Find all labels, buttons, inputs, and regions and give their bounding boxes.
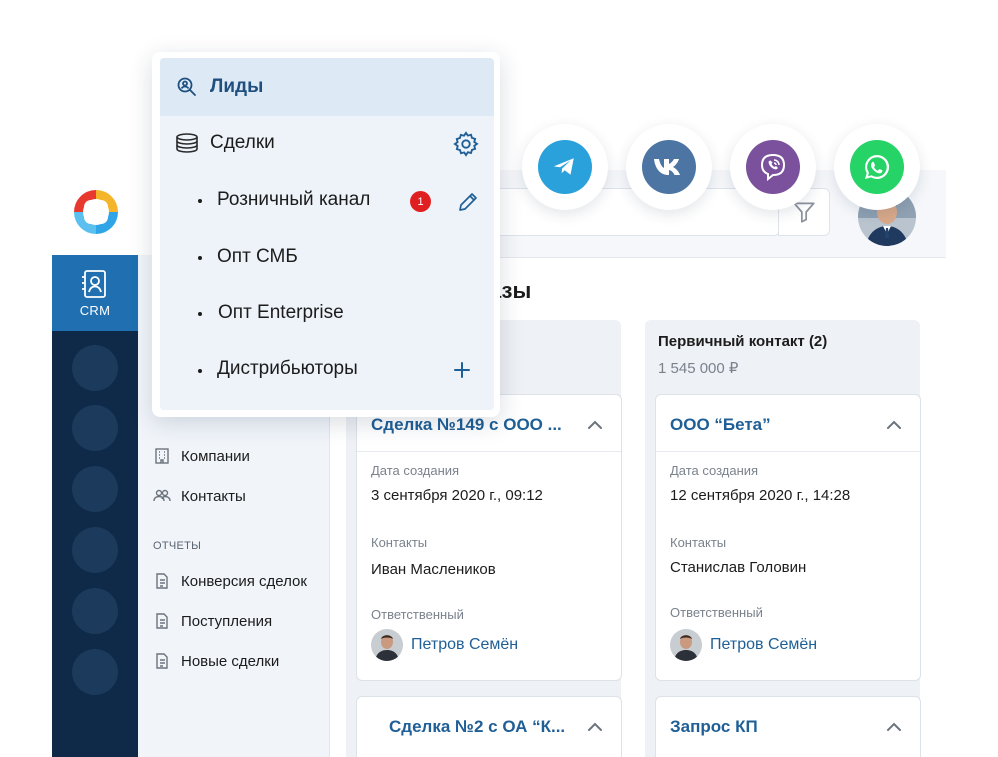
deal-title[interactable]: ООО “Бета” (670, 415, 771, 435)
plus-icon[interactable] (452, 360, 472, 380)
column-sum: 1 545 000 ₽ (658, 360, 739, 377)
sidebar-item-companies[interactable]: Компании (153, 445, 250, 467)
dropdown-item-label: Сделки (210, 132, 275, 153)
owner[interactable]: Петров Семён (371, 629, 518, 661)
owner-label: Ответственный (670, 605, 763, 620)
bullet (198, 199, 202, 203)
bullet (198, 256, 202, 260)
gear-icon[interactable] (452, 130, 480, 158)
chevron-up-icon[interactable] (587, 719, 603, 735)
owner[interactable]: Петров Семён (670, 629, 817, 661)
document-icon (156, 573, 168, 589)
rail-item[interactable] (72, 649, 118, 695)
sidebar-item-label: Компании (181, 447, 250, 465)
chevron-up-icon[interactable] (886, 417, 902, 433)
crm-screen: казы Первичный контакт (2) 1 545 000 ₽ С… (0, 0, 998, 757)
vk-icon (642, 140, 696, 194)
rail-item-label: CRM (79, 302, 111, 318)
chevron-up-icon[interactable] (587, 417, 603, 433)
divider (656, 451, 920, 452)
dropdown-item-distributors[interactable]: Дистрибьюторы (217, 358, 358, 380)
reports-section-title: ОТЧЕТЫ (153, 540, 202, 552)
date-label: Дата создания (670, 463, 759, 478)
deal-title[interactable]: Запрос КП (670, 717, 758, 737)
telegram-button[interactable] (522, 124, 608, 210)
dropdown-item-label: Лиды (210, 76, 264, 97)
contacts-label: Контакты (371, 535, 428, 550)
sidebar-item-contacts[interactable]: Контакты (153, 485, 246, 507)
people-icon (153, 489, 171, 502)
telegram-icon (538, 140, 592, 194)
date-value: 3 сентября 2020 г., 09:12 (371, 487, 543, 504)
sidebar-item-label: Поступления (181, 612, 273, 630)
dropdown-item-label: Опт СМБ (217, 246, 298, 267)
owner-avatar (670, 629, 702, 661)
bullet (198, 369, 202, 373)
dropdown-item-leads[interactable]: Лиды (176, 76, 263, 98)
column-title: Первичный контакт (2) (658, 333, 828, 350)
deal-title[interactable]: Сделка №2 с ОА “К... (389, 717, 565, 737)
sidebar-item-deal-conversion[interactable]: Конверсия сделок (153, 570, 307, 592)
bullet (198, 312, 202, 316)
dropdown-item-label: Розничный канал (217, 189, 371, 210)
rail-item[interactable] (72, 527, 118, 573)
sidebar-item-label: Новые сделки (181, 652, 280, 670)
rail-item[interactable] (72, 345, 118, 391)
deal-title[interactable]: Сделка №149 с ООО ... (371, 415, 562, 435)
sidebar-item-new-deals[interactable]: Новые сделки (153, 650, 279, 672)
deal-card[interactable]: ООО “Бета” Дата создания 12 сентября 202… (655, 394, 921, 681)
owner-label: Ответственный (371, 607, 464, 622)
search-input[interactable] (470, 188, 780, 236)
contact-name: Иван Маслеников (371, 561, 496, 578)
contacts-label: Контакты (670, 535, 727, 550)
whatsapp-button[interactable] (834, 124, 920, 210)
notification-badge: 1 (410, 191, 431, 212)
contact-name: Станислав Головин (670, 559, 807, 576)
viber-icon (746, 140, 800, 194)
dropdown-item-retail[interactable]: Розничный канал (217, 189, 370, 211)
rail-item[interactable] (72, 405, 118, 451)
sidebar-item-label: Контакты (181, 487, 246, 505)
owner-avatar (371, 629, 403, 661)
whatsapp-icon (850, 140, 904, 194)
date-value: 12 сентября 2020 г., 14:28 (670, 487, 851, 504)
deal-card[interactable]: Сделка №149 с ООО ... Дата создания 3 се… (356, 394, 622, 681)
coins-stack-icon (176, 133, 198, 153)
viber-button[interactable] (730, 124, 816, 210)
dropdown-item-label: Опт Enterprise (218, 302, 344, 323)
lead-search-icon (177, 77, 196, 96)
dropdown-item-deals[interactable]: Сделки (174, 132, 275, 154)
sidebar-item-receipts[interactable]: Поступления (153, 610, 272, 632)
deal-card[interactable]: Сделка №2 с ОА “К... (356, 696, 622, 757)
rail-item-crm[interactable]: CRM (52, 255, 138, 331)
rail-item[interactable] (72, 588, 118, 634)
app-logo-icon (74, 190, 118, 234)
pencil-icon[interactable] (456, 190, 480, 214)
vk-button[interactable] (626, 124, 712, 210)
pipeline-dropdown: Лиды Сделки Розничный канал Опт СМБ Опт … (152, 52, 500, 417)
document-icon (156, 613, 168, 629)
document-icon (156, 653, 168, 669)
dropdown-item-opt-enterprise[interactable]: Опт Enterprise (218, 302, 344, 324)
owner-name[interactable]: Петров Семён (411, 636, 518, 654)
dropdown-item-label: Дистрибьюторы (217, 358, 358, 379)
dropdown-item-opt-smb[interactable]: Опт СМБ (217, 246, 298, 268)
sidebar-item-label: Конверсия сделок (181, 572, 307, 590)
date-label: Дата создания (371, 463, 460, 478)
rail-item[interactable] (72, 466, 118, 512)
deal-card[interactable]: Запрос КП (655, 696, 921, 757)
contact-book-icon (82, 269, 106, 298)
chevron-up-icon[interactable] (886, 719, 902, 735)
owner-name[interactable]: Петров Семён (710, 636, 817, 654)
divider (357, 451, 621, 452)
building-icon (155, 448, 169, 464)
